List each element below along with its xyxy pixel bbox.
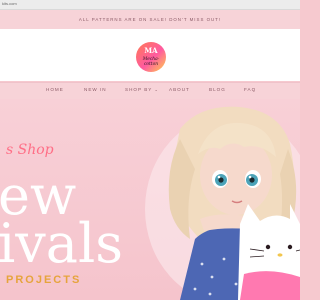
brand-logo[interactable]: MA Mecha-cotton (136, 42, 166, 72)
site-header: MA Mecha-cotton (0, 29, 300, 81)
logo-text: Mecha-cotton (142, 57, 160, 67)
nav-item-blog[interactable]: BLOG (209, 87, 226, 92)
nav-item-new-in[interactable]: NEW IN (84, 87, 107, 92)
browser-bar: kits.com (0, 0, 300, 10)
nav-item-shop-by[interactable]: SHOP BY ⌄ (125, 87, 159, 92)
chevron-down-icon: ⌄ (154, 87, 159, 92)
address-bar[interactable]: kits.com (2, 1, 17, 6)
hero-script-text: s Shop (6, 142, 54, 158)
nav-item-home[interactable]: HOME (46, 87, 64, 92)
main-nav: HOME NEW IN SHOP BY ⌄ ABOUT BLOG FAQ (0, 82, 300, 99)
nav-item-about[interactable]: ABOUT (169, 87, 190, 92)
announcement-bar: ALL PATTERNS ARE ON SALE! DON'T MISS OUT… (0, 10, 300, 29)
hero-subtitle: PROJECTS (6, 274, 82, 286)
nav-item-faq[interactable]: FAQ (244, 87, 256, 92)
logo-mark: MA (144, 46, 158, 55)
hero-doll-image (145, 106, 300, 300)
hero-headline-line2: ivals (0, 212, 123, 275)
hero-banner: s Shop ew ivals PROJECTS (0, 99, 300, 300)
nav-item-shop-by-label: SHOP BY (125, 87, 153, 92)
